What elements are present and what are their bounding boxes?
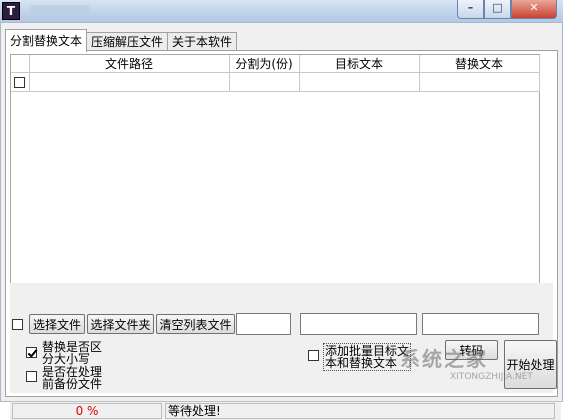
tab-compress[interactable]: 压缩解压文件: [86, 32, 169, 52]
tab-strip: 分割替换文本 压缩解压文件 关于本软件: [5, 29, 238, 52]
grid-header-replace[interactable]: 替换文本: [419, 55, 540, 73]
case-sensitive-label[interactable]: 替换是否区 分大小写: [42, 341, 102, 365]
watermark-sub: XITONGZHIJIA.NET: [450, 372, 533, 382]
maximize-button[interactable]: □: [484, 0, 511, 19]
row-checkbox[interactable]: [14, 77, 26, 88]
backup-label-line2: 前备份文件: [42, 377, 103, 391]
grid-header: 文件路径 分割为(份) 目标文本 替换文本: [11, 55, 540, 73]
replace-text-input[interactable]: [422, 313, 539, 335]
clear-list-button[interactable]: 清空列表文件: [156, 314, 235, 334]
row-checkbox-cell: [11, 72, 30, 92]
tab-split-replace[interactable]: 分割替换文本: [5, 29, 88, 52]
split-count-input[interactable]: [236, 313, 291, 335]
backup-label[interactable]: 是否在处理 前备份文件: [42, 366, 102, 390]
batch-add-checkbox[interactable]: [308, 350, 319, 361]
batch-add-label-line2: 本和替换文本: [325, 356, 398, 370]
file-list-grid[interactable]: 文件路径 分割为(份) 目标文本 替换文本: [10, 54, 540, 285]
window-title-blurred: [30, 5, 90, 15]
status-message: 等待处理!: [165, 403, 555, 419]
window-controls: – □ ✕: [457, 0, 557, 19]
row-target-cell[interactable]: [299, 72, 420, 92]
tab-about[interactable]: 关于本软件: [167, 32, 238, 52]
case-sensitive-label-line2: 分大小写: [42, 352, 91, 366]
select-file-button[interactable]: 选择文件: [29, 314, 85, 334]
watermark: 系统之家 XITONGZHIJIA.NET: [400, 343, 560, 383]
app-icon[interactable]: T: [2, 2, 20, 20]
grid-header-path[interactable]: 文件路径: [29, 55, 230, 73]
grid-header-check: [11, 55, 30, 73]
watermark-text: 系统之家: [400, 347, 488, 371]
progress-text: 0 %: [12, 403, 162, 419]
grid-header-target[interactable]: 目标文本: [299, 55, 420, 73]
table-row[interactable]: [11, 72, 540, 92]
row-path-cell[interactable]: [29, 72, 230, 92]
batch-add-label[interactable]: 添加批量目标文 本和替换文本: [322, 343, 412, 371]
backup-checkbox[interactable]: [26, 371, 37, 382]
minimize-icon: –: [467, 1, 474, 14]
minimize-button[interactable]: –: [457, 0, 484, 19]
target-text-input[interactable]: [300, 313, 417, 335]
close-button[interactable]: ✕: [511, 0, 557, 19]
grid-header-split[interactable]: 分割为(份): [229, 55, 300, 73]
row-split-cell[interactable]: [229, 72, 300, 92]
select-all-checkbox[interactable]: [12, 319, 23, 330]
close-icon: ✕: [529, 1, 539, 14]
maximize-icon: □: [492, 1, 503, 14]
status-bar: 0 % 等待处理!: [10, 401, 561, 420]
title-bar: T – □ ✕: [0, 0, 563, 23]
select-folder-button[interactable]: 选择文件夹: [87, 314, 154, 334]
case-sensitive-checkbox[interactable]: [26, 347, 37, 358]
row-replace-cell[interactable]: [419, 72, 540, 92]
